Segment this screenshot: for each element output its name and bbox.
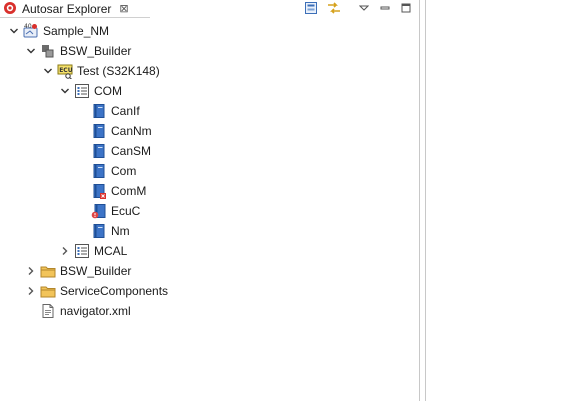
module-book-error-icon [91, 183, 107, 199]
chevron-down-icon[interactable] [42, 61, 54, 81]
tree-item-label: MCAL [94, 244, 128, 258]
tree-item-label: ServiceComponents [60, 284, 169, 298]
chevron-right-icon[interactable] [59, 241, 71, 261]
module-book-icon [91, 103, 107, 119]
tree-item[interactable]: CanNm [76, 121, 152, 141]
tree-item-label: CanNm [111, 124, 152, 138]
collapse-all-button[interactable] [303, 0, 319, 16]
module-list-icon [74, 83, 90, 99]
tree-item[interactable]: CanSM [76, 141, 151, 161]
tree-item[interactable]: BSW_Builder [25, 41, 131, 61]
tree-item-label: COM [94, 84, 122, 98]
folder-icon [40, 283, 56, 299]
chevron-down-icon[interactable] [25, 41, 37, 61]
tree-item[interactable]: navigator.xml [25, 301, 131, 321]
folder-icon [40, 263, 56, 279]
view-divider [419, 0, 420, 401]
module-book-icon [91, 123, 107, 139]
maximize-button[interactable] [398, 0, 414, 16]
tree-item-label: BSW_Builder [60, 44, 132, 58]
tree-item[interactable]: ComM [76, 181, 146, 201]
tree-item[interactable]: BSW_Builder [25, 261, 131, 281]
tree-item-label: Sample_NM [43, 24, 110, 38]
collapse-all-icon [305, 2, 317, 14]
chevron-right-icon[interactable] [25, 281, 37, 301]
tab-title: Autosar Explorer [22, 2, 112, 16]
tree-item[interactable]: Com [76, 161, 136, 181]
maximize-icon [401, 3, 411, 13]
tree-item-label: CanSM [111, 144, 152, 158]
chevron-right-icon[interactable] [25, 261, 37, 281]
tree-item-label: Com [111, 164, 137, 178]
tab-autosar-explorer[interactable]: Autosar Explorer ⊠ [0, 0, 129, 18]
autosar-explorer-icon [3, 1, 17, 18]
tree-item[interactable]: EcuC [76, 201, 140, 221]
tree-item-label: ComM [111, 184, 147, 198]
tree-item-label: BSW_Builder [60, 264, 132, 278]
autosar-project-icon: 40 [23, 23, 39, 39]
link-with-editor-button[interactable] [326, 0, 342, 16]
tree-item[interactable]: CanIf [76, 101, 140, 121]
autosar-explorer-view: Autosar Explorer ⊠ 40 Sample_NM BSW_Buil… [0, 0, 419, 401]
module-book-icon [91, 223, 107, 239]
chevron-down-icon[interactable] [8, 21, 20, 41]
svg-text:40: 40 [24, 23, 32, 30]
tree-item[interactable]: ServiceComponents [25, 281, 168, 301]
chevron-down-icon[interactable] [59, 81, 71, 101]
link-with-editor-icon [328, 2, 340, 14]
tree-item[interactable]: COM [59, 81, 122, 101]
bsw-builder-icon [40, 43, 56, 59]
tree-item-label: navigator.xml [60, 304, 131, 318]
tab-underline [0, 17, 150, 18]
svg-text:ECU: ECU [59, 67, 73, 74]
module-book-icon [91, 163, 107, 179]
view-menu-button[interactable] [356, 0, 372, 16]
xml-file-icon [40, 303, 56, 319]
view-tab-bar: Autosar Explorer ⊠ [0, 0, 419, 18]
minimize-button[interactable] [377, 0, 393, 16]
tree-item-label: Test (S32K148) [77, 64, 160, 78]
view-menu-icon [359, 5, 369, 11]
tab-close-icon[interactable]: ⊠ [119, 3, 128, 15]
ecu-config-icon: ECU [57, 63, 73, 79]
module-book-warning-icon [91, 203, 107, 219]
tree-item[interactable]: ECU Test (S32K148) [42, 61, 160, 81]
tree-item-label: Nm [111, 224, 130, 238]
tree-item[interactable]: 40 Sample_NM [8, 21, 109, 41]
tree-item[interactable]: MCAL [59, 241, 127, 261]
tree-item[interactable]: Nm [76, 221, 130, 241]
minimize-icon [380, 6, 390, 10]
tree-item-label: CanIf [111, 104, 140, 118]
tree-item-label: EcuC [111, 204, 141, 218]
editor-area [426, 0, 565, 401]
module-book-icon [91, 143, 107, 159]
module-list-icon [74, 243, 90, 259]
